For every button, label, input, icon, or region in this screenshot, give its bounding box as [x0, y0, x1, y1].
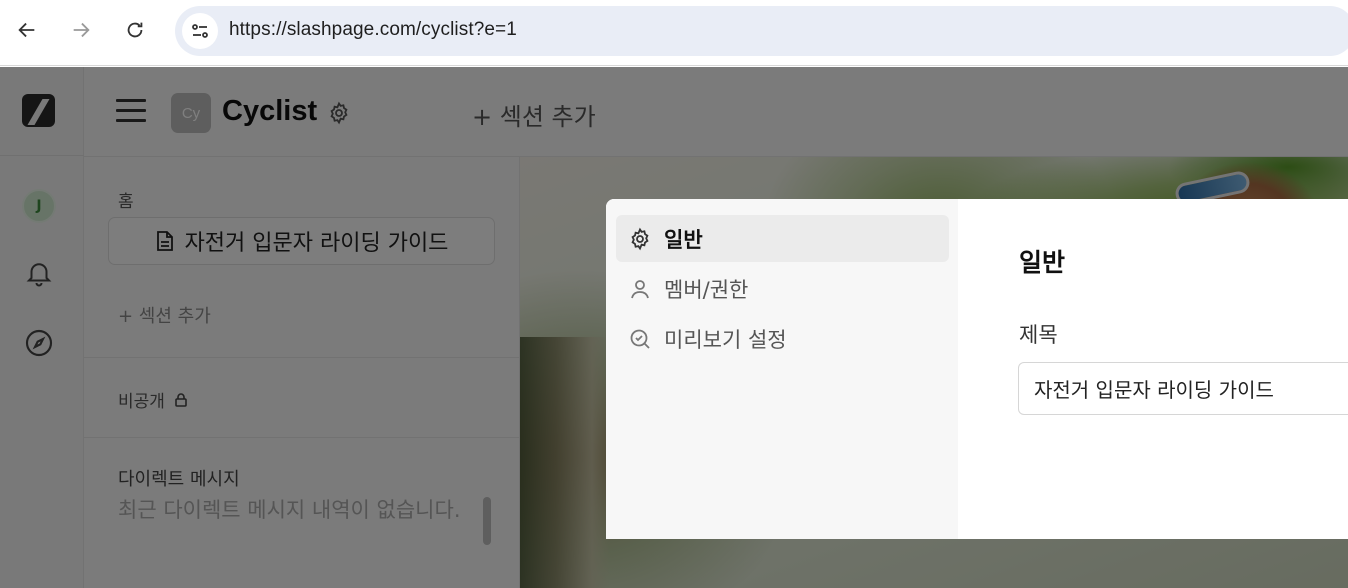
site-info-button[interactable]	[182, 13, 218, 49]
settings-nav-preview[interactable]: 미리보기 설정	[616, 315, 949, 362]
url-text[interactable]: https://slashpage.com/cyclist?e=1	[229, 19, 517, 41]
forward-button[interactable]	[64, 13, 98, 47]
title-field-label: 제목	[1019, 323, 1058, 347]
settings-nav-label: 멤버/권한	[664, 277, 749, 302]
back-button[interactable]	[10, 13, 44, 47]
site-info-icon	[192, 24, 208, 38]
settings-nav-general[interactable]: 일반	[616, 215, 949, 262]
settings-nav-label: 일반	[664, 227, 703, 252]
settings-nav: 일반 멤버/권한 미리보기 설정	[606, 199, 958, 539]
settings-modal: 일반 멤버/권한 미리보기 설정 일반 제목	[606, 199, 1348, 539]
reload-button[interactable]	[118, 13, 152, 47]
person-icon	[631, 279, 649, 298]
browser-toolbar: https://slashpage.com/cyclist?e=1	[0, 0, 1348, 66]
settings-nav-members[interactable]: 멤버/권한	[616, 265, 949, 312]
gear-icon	[631, 227, 649, 250]
back-arrow-icon	[18, 22, 35, 38]
settings-nav-label: 미리보기 설정	[664, 327, 787, 352]
title-field[interactable]	[1018, 362, 1348, 415]
settings-content: 일반 제목	[958, 199, 1348, 539]
preview-check-icon	[630, 329, 650, 349]
section-title: 일반	[1019, 248, 1066, 277]
address-bar[interactable]: https://slashpage.com/cyclist?e=1	[175, 6, 1348, 56]
forward-arrow-icon	[73, 22, 90, 38]
reload-icon	[127, 22, 143, 38]
